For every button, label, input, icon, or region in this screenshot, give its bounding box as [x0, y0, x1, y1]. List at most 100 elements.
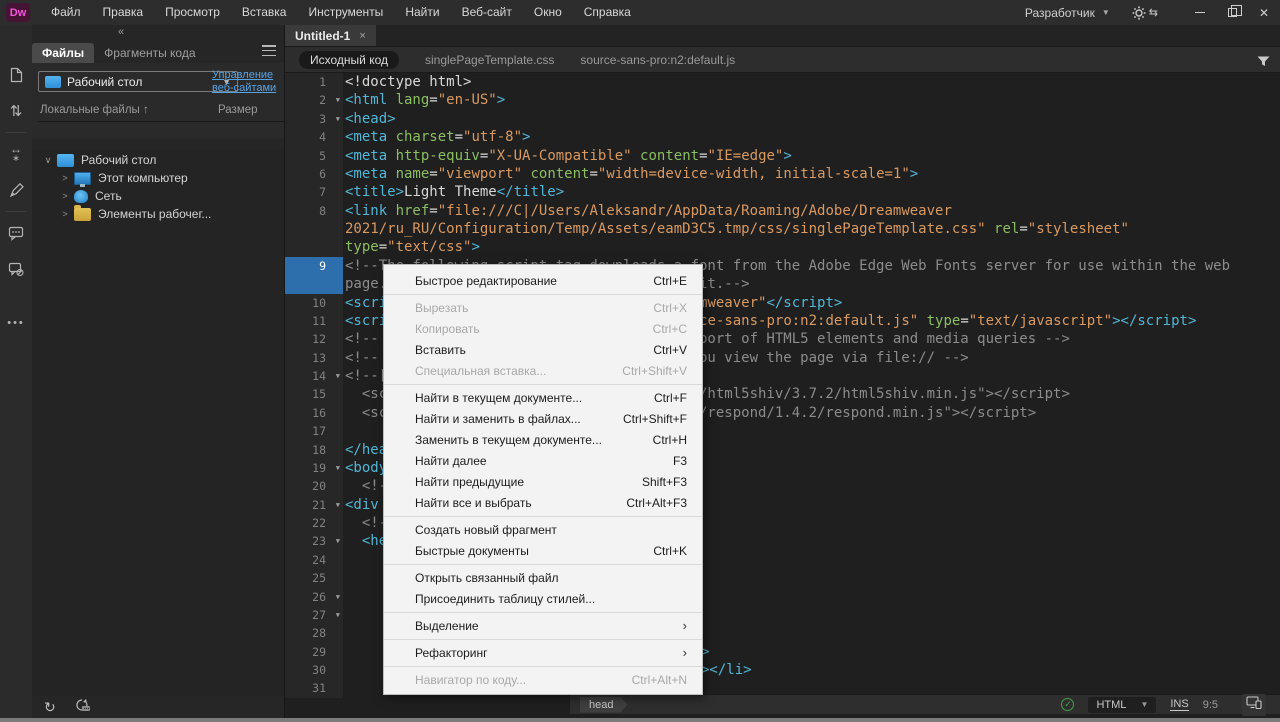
tree-item[interactable]: ∨Рабочий стол — [32, 151, 284, 169]
fold-arrow-icon[interactable]: ▼ — [336, 91, 340, 109]
line-gutter[interactable]: 30 — [285, 661, 343, 679]
connection-log-icon[interactable] — [74, 698, 91, 717]
code-line[interactable]: 2021/ru_RU/Configuration/Temp/Assets/eam… — [285, 220, 1280, 238]
context-menu-item-13[interactable]: Найти все и выбратьCtrl+Alt+F3 — [384, 492, 702, 513]
fold-arrow-icon[interactable]: ▼ — [336, 532, 340, 550]
site-selector[interactable]: Рабочий стол ▼ — [38, 71, 238, 92]
column-local-files[interactable]: Локальные файлы ↑ — [40, 104, 149, 116]
more-options-icon[interactable]: ••• — [0, 305, 32, 341]
related-file-2[interactable]: singlePageTemplate.css — [425, 53, 554, 67]
menubar-item-5[interactable]: Инструменты — [297, 0, 394, 25]
code-line[interactable]: 2▼<html lang="en-US"> — [285, 91, 1280, 109]
code-line[interactable]: 8<link href="file:///C|/Users/Aleksandr/… — [285, 202, 1280, 220]
line-gutter[interactable]: 20 — [285, 477, 343, 495]
restore-button[interactable] — [1216, 0, 1248, 25]
live-preview-icon[interactable]: ↔∗ — [0, 136, 32, 172]
column-size[interactable]: Размер — [218, 104, 258, 116]
context-menu-item-23[interactable]: Рефакторинг› — [384, 642, 702, 663]
chevron-collapsed-icon[interactable]: > — [59, 209, 71, 219]
code-line[interactable]: 4<meta charset="utf-8"> — [285, 128, 1280, 146]
panel-tab-2[interactable]: Фрагменты кода — [94, 43, 205, 63]
code-line[interactable]: 7<title>Light Theme</title> — [285, 183, 1280, 201]
tree-item[interactable]: >Этот компьютер — [32, 169, 284, 187]
line-gutter[interactable]: 19▼ — [285, 459, 343, 477]
line-gutter[interactable]: 7 — [285, 183, 343, 201]
context-menu-item-12[interactable]: Найти предыдущиеShift+F3 — [384, 471, 702, 492]
line-gutter[interactable]: 23▼ — [285, 532, 343, 550]
fold-arrow-icon[interactable]: ▼ — [336, 110, 340, 128]
menubar-item-6[interactable]: Найти — [394, 0, 450, 25]
fold-arrow-icon[interactable]: ▼ — [336, 496, 340, 514]
gear-sync-icon[interactable]: ⇆ — [1132, 5, 1158, 20]
context-menu-item-19[interactable]: Присоединить таблицу стилей... — [384, 588, 702, 609]
menubar-item-8[interactable]: Окно — [523, 0, 573, 25]
line-gutter[interactable]: 21▼ — [285, 496, 343, 514]
tree-item[interactable]: >Элементы рабочег... — [32, 205, 284, 223]
manage-sites-link[interactable]: Управление веб-сайтами — [212, 69, 278, 95]
fold-arrow-icon[interactable]: ▼ — [336, 606, 340, 624]
code-line[interactable]: 5<meta http-equiv="X-UA-Compatible" cont… — [285, 147, 1280, 165]
related-file-3[interactable]: source-sans-pro:n2:default.js — [580, 53, 735, 67]
tag-selector[interactable]: head — [580, 697, 627, 713]
line-gutter[interactable]: 11 — [285, 312, 343, 330]
menubar-item-1[interactable]: Файл — [40, 0, 92, 25]
menubar-item-4[interactable]: Вставка — [231, 0, 298, 25]
line-gutter[interactable]: 8 — [285, 202, 343, 220]
line-gutter[interactable]: 26▼ — [285, 588, 343, 606]
fold-arrow-icon[interactable]: ▼ — [336, 588, 340, 606]
line-gutter[interactable]: 17 — [285, 422, 343, 440]
tree-item[interactable]: >Сеть — [32, 187, 284, 205]
line-gutter[interactable]: 13 — [285, 349, 343, 367]
code-line[interactable]: type="text/css"> — [285, 238, 1280, 256]
line-gutter[interactable]: 31 — [285, 679, 343, 697]
code-inspector-icon[interactable] — [0, 172, 32, 208]
panel-tab-1[interactable]: Файлы — [32, 43, 94, 63]
line-gutter[interactable]: 9 — [285, 257, 343, 275]
context-menu-item-18[interactable]: Открыть связанный файл — [384, 567, 702, 588]
line-gutter[interactable]: 22 — [285, 514, 343, 532]
comments-off-icon[interactable] — [0, 251, 32, 287]
context-menu-item-8[interactable]: Найти в текущем документе...Ctrl+F — [384, 387, 702, 408]
line-gutter[interactable] — [285, 238, 343, 256]
menubar-item-3[interactable]: Просмотр — [154, 0, 231, 25]
line-gutter[interactable]: 2▼ — [285, 91, 343, 109]
line-gutter[interactable]: 29 — [285, 643, 343, 661]
fold-arrow-icon[interactable]: ▼ — [336, 459, 340, 477]
line-gutter[interactable]: 4 — [285, 128, 343, 146]
filter-icon[interactable] — [1257, 54, 1270, 72]
menubar-item-9[interactable]: Справка — [573, 0, 642, 25]
context-menu-item-15[interactable]: Создать новый фрагмент — [384, 519, 702, 540]
line-gutter[interactable]: 3▼ — [285, 110, 343, 128]
menubar-item-7[interactable]: Веб-сайт — [451, 0, 523, 25]
chevron-expanded-icon[interactable]: ∨ — [42, 155, 54, 166]
refresh-icon[interactable]: ↻ — [44, 699, 56, 716]
line-gutter[interactable]: 24 — [285, 551, 343, 569]
line-gutter[interactable]: 12 — [285, 330, 343, 348]
line-gutter[interactable]: 14▼ — [285, 367, 343, 385]
new-file-icon[interactable] — [0, 57, 32, 93]
document-tab[interactable]: Untitled-1 × — [285, 25, 376, 46]
get-put-files-icon[interactable]: ⇅ — [0, 93, 32, 129]
close-button[interactable]: ✕ — [1248, 0, 1280, 25]
line-gutter[interactable] — [285, 220, 343, 238]
collapse-panel-icon[interactable]: « — [118, 26, 124, 38]
line-gutter[interactable]: 16 — [285, 404, 343, 422]
line-gutter[interactable]: 5 — [285, 147, 343, 165]
line-gutter[interactable]: 10 — [285, 294, 343, 312]
context-menu-item-5[interactable]: ВставитьCtrl+V — [384, 339, 702, 360]
line-gutter[interactable]: 18 — [285, 441, 343, 459]
panel-menu-icon[interactable] — [262, 45, 276, 56]
chevron-collapsed-icon[interactable]: > — [59, 173, 71, 183]
context-menu-item-11[interactable]: Найти далееF3 — [384, 450, 702, 471]
line-gutter[interactable]: 6 — [285, 165, 343, 183]
close-tab-icon[interactable]: × — [359, 30, 365, 42]
doctype-select[interactable]: HTML ▼ — [1088, 697, 1156, 713]
fold-arrow-icon[interactable]: ▼ — [336, 367, 340, 385]
context-menu-item-1[interactable]: Быстрое редактированиеCtrl+E — [384, 270, 702, 291]
context-menu-item-21[interactable]: Выделение› — [384, 615, 702, 636]
related-file-1[interactable]: Исходный код — [299, 51, 399, 69]
line-gutter[interactable] — [285, 275, 343, 293]
line-gutter[interactable]: 25 — [285, 569, 343, 587]
minimize-button[interactable] — [1184, 0, 1216, 25]
context-menu-item-10[interactable]: Заменить в текущем документе...Ctrl+H — [384, 429, 702, 450]
